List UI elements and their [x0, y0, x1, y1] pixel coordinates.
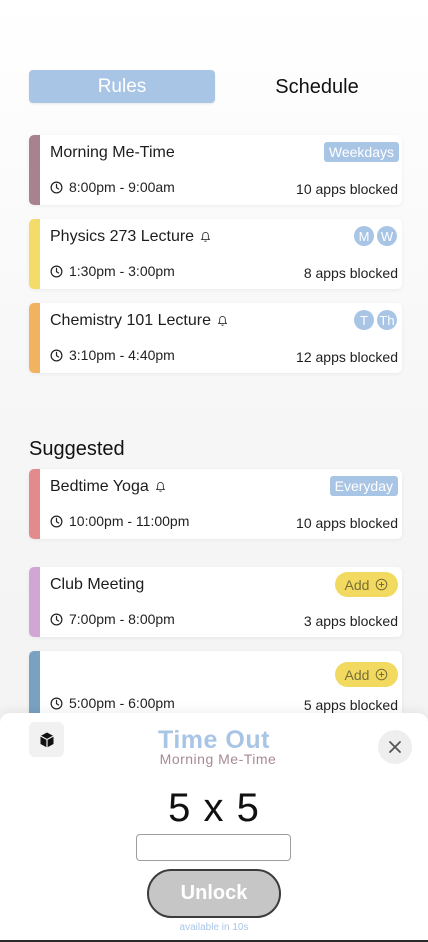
bell-icon [200, 231, 211, 242]
segmented-control: Rules Schedule [29, 70, 359, 104]
rule-time-row: 5:00pm - 6:00pm [50, 695, 175, 711]
rule-card-2[interactable]: Chemistry 101 Lecture T Th 3:10pm - 4:40… [29, 303, 402, 373]
add-button[interactable]: Add [335, 662, 398, 687]
rule-time: 8:00pm - 9:00am [69, 179, 175, 195]
rule-title: Club Meeting [50, 576, 145, 593]
rule-title-row: Bedtime Yoga [50, 478, 166, 496]
rule-color-bar [29, 135, 40, 205]
availability-text: available in 10s [179, 922, 249, 933]
rule-card-0[interactable]: Morning Me-Time Weekdays 8:00pm - 9:00am… [29, 135, 402, 205]
timeout-sheet: Time Out Morning Me-Time 5 x 5 Unlock av… [0, 713, 428, 942]
rule-title: Morning Me-Time [50, 144, 175, 161]
rules-tab[interactable]: Rules [29, 70, 215, 103]
rule-time-row: 10:00pm - 11:00pm [50, 513, 189, 529]
rule-blocked-count: 8 apps blocked [303, 265, 398, 281]
clock-icon [50, 515, 63, 527]
rule-title-row: Club Meeting [50, 576, 144, 594]
add-button[interactable]: Add [335, 572, 398, 597]
rule-time: 10:00pm - 11:00pm [69, 513, 190, 529]
unlock-button[interactable]: Unlock [147, 869, 281, 918]
rule-title: Chemistry 101 Lecture [50, 312, 211, 329]
rule-color-bar [29, 219, 40, 289]
rule-blocked-count: 3 apps blocked [303, 613, 398, 629]
rule-color-bar [29, 651, 40, 721]
rule-blocked-count: 12 apps blocked [296, 349, 398, 365]
clock-icon [50, 349, 63, 361]
rule-blocked-count: 10 apps blocked [296, 515, 398, 531]
rule-time-row: 3:10pm - 4:40pm [50, 347, 175, 363]
day-badge-monday: M [354, 226, 374, 246]
rule-title-row: Chemistry 101 Lecture [50, 312, 228, 330]
rule-time: 5:00pm - 6:00pm [69, 695, 175, 711]
close-button[interactable] [378, 730, 412, 764]
plus-circle-icon [376, 578, 388, 591]
suggested-card-1[interactable]: Club Meeting Add 7:00pm - 8:00pm 3 apps … [29, 567, 402, 637]
clock-icon [50, 181, 63, 193]
rule-title-row: Morning Me-Time [50, 144, 175, 162]
rule-blocked-count: 5 apps blocked [303, 697, 398, 713]
clock-icon [50, 613, 63, 625]
day-badge-tuesday: T [354, 310, 374, 330]
rule-blocked-count: 10 apps blocked [296, 181, 398, 197]
bell-icon [217, 315, 228, 326]
math-problem: 5 x 5 [168, 786, 260, 830]
rule-title: Bedtime Yoga [50, 478, 149, 495]
add-label: Add [344, 666, 370, 683]
everyday-badge: Everyday [329, 476, 398, 496]
day-badges: M W [354, 226, 397, 246]
day-badges: T Th [354, 310, 397, 330]
rule-title: Physics 273 Lecture [50, 228, 195, 245]
suggested-card-0[interactable]: Bedtime Yoga Everyday 10:00pm - 11:00pm … [29, 469, 402, 539]
clock-icon [50, 697, 63, 709]
rule-time-row: 7:00pm - 8:00pm [50, 611, 175, 627]
rule-time: 1:30pm - 3:00pm [69, 263, 175, 279]
day-badge-wednesday: W [377, 226, 397, 246]
suggested-card-2[interactable]: Add 5:00pm - 6:00pm 5 apps blocked [29, 651, 402, 721]
schedule-tab[interactable]: Schedule [249, 76, 385, 102]
sheet-subtitle: Morning Me-Time [159, 751, 277, 767]
weekdays-badge: Weekdays [323, 142, 399, 162]
add-label: Add [344, 576, 370, 593]
rule-title-row: Physics 273 Lecture [50, 228, 211, 246]
rule-time-row: 8:00pm - 9:00am [50, 179, 175, 195]
rule-time: 3:10pm - 4:40pm [69, 347, 175, 363]
clock-icon [50, 265, 63, 277]
rule-color-bar [29, 567, 40, 637]
close-icon [389, 741, 401, 753]
rule-time: 7:00pm - 8:00pm [69, 611, 175, 627]
bell-icon [155, 481, 165, 492]
rule-card-1[interactable]: Physics 273 Lecture M W 1:30pm - 3:00pm … [29, 219, 402, 289]
answer-input[interactable] [136, 834, 291, 861]
plus-circle-icon [376, 668, 388, 681]
rule-time-row: 1:30pm - 3:00pm [50, 263, 175, 279]
rule-color-bar [29, 469, 40, 539]
rule-color-bar [29, 303, 40, 373]
day-badge-thursday: Th [377, 310, 397, 330]
suggested-heading: Suggested [29, 438, 125, 460]
